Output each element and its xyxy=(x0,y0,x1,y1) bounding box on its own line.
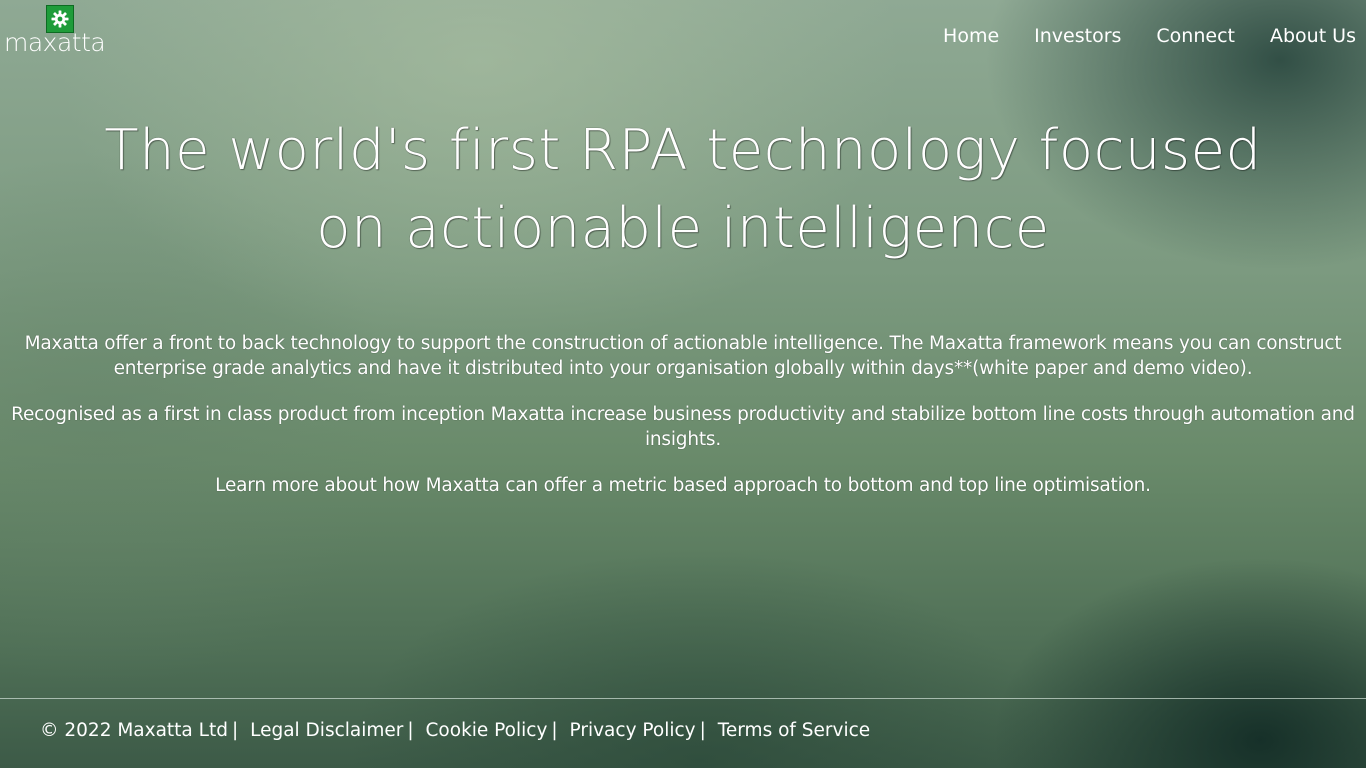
footer-separator: | xyxy=(407,720,414,741)
intro-paragraph: Maxatta offer a front to back technology… xyxy=(24,333,1342,379)
site-header: maxatta Home Investors Connect About Us xyxy=(0,0,1366,70)
hero-title: The world's first RPA technology focused… xyxy=(0,112,1366,268)
nav-item-investors[interactable]: Investors xyxy=(1034,24,1121,48)
site-footer: © 2022 Maxatta Ltd | Legal Disclaimer | Co… xyxy=(40,719,870,743)
hero-title-line-1: The world's first RPA technology focused xyxy=(104,118,1262,183)
nav-item-about-us[interactable]: About Us xyxy=(1270,24,1356,48)
footer-link-legal-disclaimer[interactable]: Legal Disclaimer xyxy=(250,720,403,741)
copyright-text: © 2022 Maxatta Ltd xyxy=(40,720,228,741)
intro-paragraph: Recognised as a first in class product f… xyxy=(11,404,1355,450)
hero-title-line-2: on actionable intelligence xyxy=(316,196,1050,261)
intro-content: Maxatta offer a front to back technology… xyxy=(0,331,1366,519)
nav-item-connect[interactable]: Connect xyxy=(1156,24,1235,48)
footer-separator: | xyxy=(551,720,558,741)
intro-paragraph: Learn more about how Maxatta can offer a… xyxy=(215,475,1151,496)
footer-link-cookie-policy[interactable]: Cookie Policy xyxy=(426,720,548,741)
footer-separator: | xyxy=(699,720,706,741)
nav-item-home[interactable]: Home xyxy=(943,24,999,48)
logo-wordmark: maxatta xyxy=(4,28,106,57)
footer-link-terms-of-service[interactable]: Terms of Service xyxy=(718,720,870,741)
logo[interactable]: maxatta xyxy=(4,4,124,60)
footer-divider xyxy=(0,698,1366,699)
footer-link-privacy-policy[interactable]: Privacy Policy xyxy=(570,720,696,741)
main-nav: Home Investors Connect About Us xyxy=(943,24,1356,48)
footer-separator: | xyxy=(231,720,239,741)
